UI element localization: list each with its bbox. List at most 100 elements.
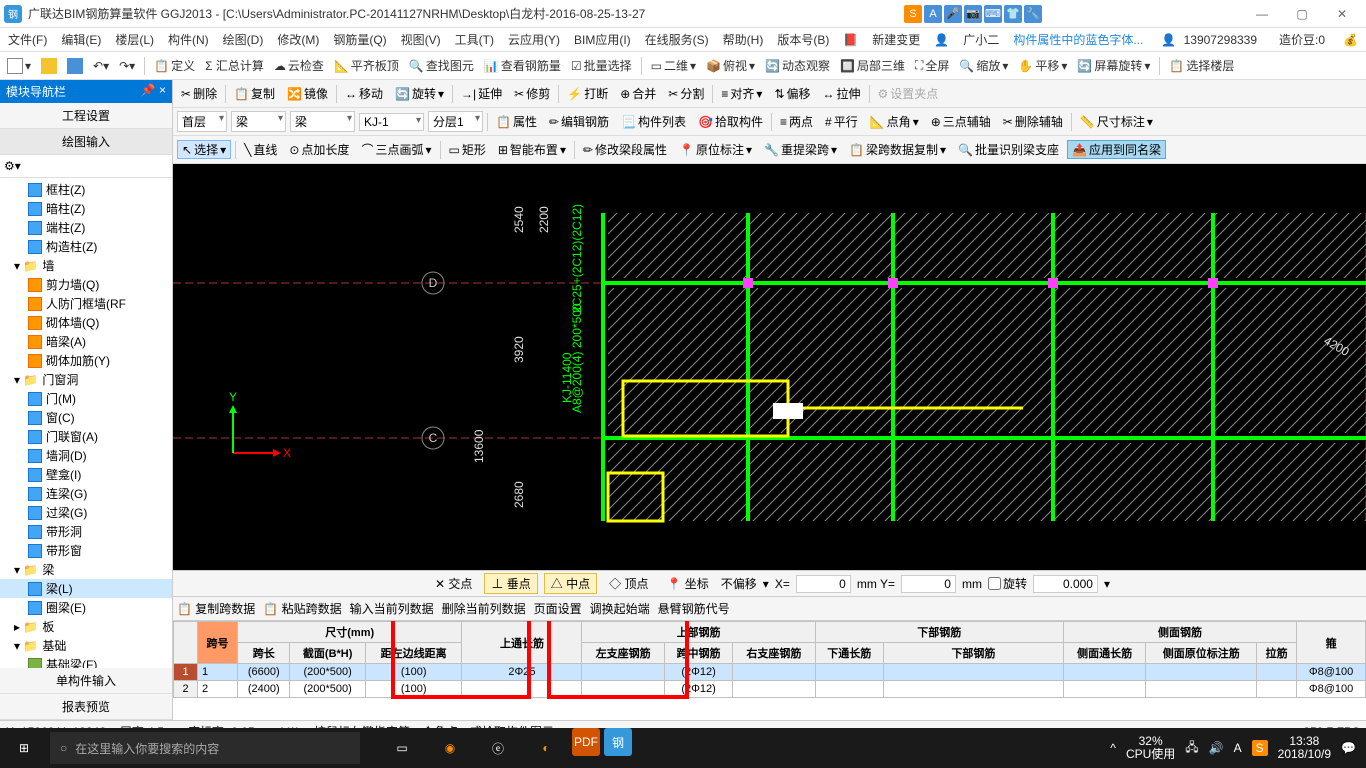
calc-button[interactable]: Σ 汇总计算 <box>202 57 267 74</box>
original-annotation-button[interactable]: 📍 原位标注 ▾ <box>675 141 756 158</box>
property-button[interactable]: 📋 属性 <box>492 113 541 130</box>
snap-top[interactable]: ◇ 顶点 <box>603 574 654 593</box>
ime-key-icon[interactable]: ⌨ <box>984 5 1002 23</box>
component-tree[interactable]: 框柱(Z) 暗柱(Z) 端柱(Z) 构造柱(Z) ▾ 📁 墙 剪力墙(Q) 人防… <box>0 178 172 668</box>
batch-select-button[interactable]: ☑ 批量选择 <box>568 57 635 74</box>
snap-cross[interactable]: ✕ 交点 <box>429 574 478 593</box>
tray-ime-a-icon[interactable]: A <box>1234 741 1242 755</box>
menu-modify[interactable]: 修改(M) <box>273 31 323 48</box>
stretch-button[interactable]: ↔ 拉伸 <box>819 85 865 102</box>
tree-end-column[interactable]: 端柱(Z) <box>46 219 85 236</box>
section-single-input[interactable]: 单构件输入 <box>0 668 172 694</box>
tree-shear-wall[interactable]: 剪力墙(Q) <box>46 276 99 293</box>
modify-beam-button[interactable]: ✏ 修改梁段属性 <box>579 141 671 158</box>
undo-button[interactable]: ↶▾ <box>90 59 112 73</box>
swap-start-button[interactable]: 调换起始端 <box>590 600 650 617</box>
tree-ring-beam[interactable]: 圈梁(E) <box>46 599 86 616</box>
table-row[interactable]: 1 1 (6600)(200*500)(100) 2Φ25 (2Φ12) Φ8@… <box>174 664 1366 681</box>
property-note[interactable]: 构件属性中的蓝色字体... <box>1009 31 1147 48</box>
tree-door-frame-wall[interactable]: 人防门框墙(RF <box>46 295 126 312</box>
menu-new-change[interactable]: 新建变更 <box>868 31 924 48</box>
page-setup-button[interactable]: 页面设置 <box>534 600 582 617</box>
drawing-canvas[interactable]: D C 2540 2200 3920 13600 2680 2C25+(2C12… <box>173 164 1366 570</box>
rotate-button[interactable]: 🔄 旋转▾ <box>391 85 448 102</box>
fullscreen-button[interactable]: ⛶ 全屏 <box>912 57 952 74</box>
span-data-copy-button[interactable]: 📋 梁跨数据复制 ▾ <box>845 141 950 158</box>
top-view-button[interactable]: 📦 俯视▾ <box>703 57 758 74</box>
menu-cloud[interactable]: 云应用(Y) <box>504 31 564 48</box>
tree-base-group[interactable]: ▾ 📁 基础 <box>0 636 172 655</box>
level-top-button[interactable]: 📐 平齐板顶 <box>331 57 402 74</box>
menu-edit[interactable]: 编辑(E) <box>57 31 105 48</box>
task-view-icon[interactable]: ▭ <box>380 728 424 768</box>
rearrange-span-button[interactable]: 🔧 重提梁跨 ▾ <box>760 141 841 158</box>
account-number[interactable]: 13907298339 <box>1180 33 1261 47</box>
tree-beam-group[interactable]: ▾ 📁 梁 <box>0 560 172 579</box>
type-combo[interactable]: 梁 <box>290 111 355 132</box>
task-app1-icon[interactable]: ◉ <box>428 728 472 768</box>
two-point-button[interactable]: ≡ 两点 <box>776 113 817 130</box>
beam-data-grid[interactable]: 跨号 尺寸(mm) 上通长筋 上部钢筋 下部钢筋 侧面钢筋 箍 跨长 截面(B*… <box>173 620 1366 720</box>
local-3d-button[interactable]: 🔲 局部三维 <box>837 57 908 74</box>
tree-strip-window[interactable]: 带形窗 <box>46 542 82 559</box>
x-input[interactable]: 0 <box>796 575 851 593</box>
smart-layout-tool[interactable]: ⊞ 智能布置 ▾ <box>494 141 570 158</box>
tree-construct-column[interactable]: 构造柱(Z) <box>46 238 97 255</box>
parallel-button[interactable]: # 平行 <box>821 113 862 130</box>
rect-tool[interactable]: ▭ 矩形 <box>445 141 490 158</box>
rotate-input[interactable]: 0.000 <box>1033 575 1098 593</box>
tree-wall-group[interactable]: ▾ 📁 墙 <box>0 256 172 275</box>
paste-span-data-button[interactable]: 📋 粘贴跨数据 <box>263 600 341 617</box>
find-element-button[interactable]: 🔍 查找图元 <box>406 57 477 74</box>
menu-draw[interactable]: 绘图(D) <box>219 31 268 48</box>
menu-floor[interactable]: 楼层(L) <box>111 31 158 48</box>
menu-bim[interactable]: BIM应用(I) <box>570 31 635 48</box>
col-stirrup[interactable]: 箍 <box>1297 622 1366 664</box>
task-edge-icon[interactable]: ⓔ <box>476 728 520 768</box>
tray-volume-icon[interactable]: 🔊 <box>1209 741 1224 755</box>
delete-button[interactable]: ✂ 删除 <box>177 85 221 102</box>
dimension-button[interactable]: 📏 尺寸标注▾ <box>1076 113 1157 130</box>
tree-masonry-wall[interactable]: 砌体墙(Q) <box>46 314 99 331</box>
ime-cam-icon[interactable]: 📷 <box>964 5 982 23</box>
tree-beam[interactable]: 梁(L) <box>46 580 73 597</box>
batch-identify-button[interactable]: 🔍 批量识别梁支座 <box>954 141 1063 158</box>
2d-button[interactable]: ▭ 二维▾ <box>648 57 699 74</box>
extend-button[interactable]: →| 延伸 <box>457 85 506 102</box>
menu-help[interactable]: 帮助(H) <box>719 31 768 48</box>
tree-window[interactable]: 窗(C) <box>46 409 75 426</box>
three-point-aux-button[interactable]: ⊕ 三点辅轴 <box>927 113 995 130</box>
ime-tool-icon[interactable]: 🔧 <box>1024 5 1042 23</box>
y-input[interactable]: 0 <box>901 575 956 593</box>
input-column-button[interactable]: 输入当前列数据 <box>350 600 434 617</box>
view-rebar-button[interactable]: 📊 查看钢筋量 <box>481 57 564 74</box>
zoom-button[interactable]: 🔍 缩放▾ <box>956 57 1011 74</box>
tree-config-icon[interactable]: ⚙▾ <box>4 159 21 173</box>
taskbar-clock[interactable]: 13:382018/10/9 <box>1278 735 1331 761</box>
merge-button[interactable]: ⊕ 合并 <box>616 85 660 102</box>
task-pdf-icon[interactable]: PDF <box>572 728 600 756</box>
align-button[interactable]: ≡ 对齐▾ <box>717 85 766 102</box>
rotate-checkbox[interactable] <box>988 577 1001 590</box>
tray-up-icon[interactable]: ^ <box>1110 741 1116 755</box>
break-button[interactable]: ⚡ 打断 <box>563 85 612 102</box>
table-row[interactable]: 2 2 (2400)(200*500)(100) (2Φ12) Φ8@100 <box>174 681 1366 698</box>
edit-rebar-button[interactable]: ✏ 编辑钢筋 <box>545 113 613 130</box>
tray-network-icon[interactable]: 🖧 <box>1185 738 1198 759</box>
cantilever-button[interactable]: 悬臂钢筋代号 <box>658 600 730 617</box>
menu-online[interactable]: 在线服务(S) <box>641 31 713 48</box>
save-button[interactable] <box>64 58 86 74</box>
col-dimension[interactable]: 尺寸(mm) <box>237 622 462 643</box>
close-button[interactable]: ✕ <box>1322 1 1362 27</box>
minimize-button[interactable]: — <box>1242 1 1282 27</box>
orbit-button[interactable]: 🔄 动态观察 <box>762 57 833 74</box>
line-tool[interactable]: ╲ 直线 <box>240 141 281 158</box>
tray-ime-s-icon[interactable]: S <box>1252 740 1268 756</box>
tree-tie-beam[interactable]: 连梁(G) <box>46 485 87 502</box>
delete-aux-button[interactable]: ✂ 删除辅轴 <box>999 113 1067 130</box>
col-span-number[interactable]: 跨号 <box>198 622 238 664</box>
snap-perp[interactable]: ⊥ 垂点 <box>484 573 537 594</box>
name-combo[interactable]: KJ-1 <box>359 113 424 131</box>
pan-button[interactable]: ✋ 平移▾ <box>1015 57 1070 74</box>
col-top-rebar[interactable]: 上部钢筋 <box>582 622 815 643</box>
